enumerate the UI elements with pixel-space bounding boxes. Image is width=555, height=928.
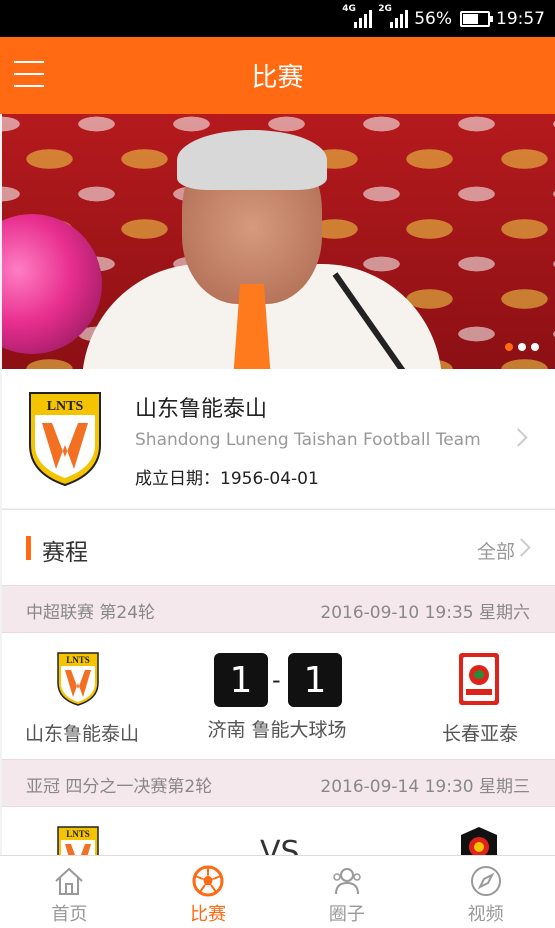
chevron-right-icon bbox=[509, 428, 528, 447]
network-type-label: 4G bbox=[342, 3, 356, 14]
banner-carousel[interactable] bbox=[2, 114, 555, 369]
view-all-link[interactable]: 全部 bbox=[477, 537, 515, 564]
match-row[interactable]: LNTS 山东鲁能泰山 1 - 1 济南 鲁能大球场 长春亚泰 bbox=[2, 633, 555, 759]
page-title: 比赛 bbox=[251, 63, 304, 93]
compass-icon bbox=[470, 866, 501, 896]
svg-text:LNTS: LNTS bbox=[47, 399, 84, 414]
coach-photo bbox=[82, 130, 442, 369]
competition-label: 中超联赛 第24轮 bbox=[26, 603, 156, 623]
home-score: 1 bbox=[214, 653, 268, 707]
match-venue: 济南 鲁能大球场 bbox=[207, 719, 347, 741]
app-header: 比赛 bbox=[0, 37, 555, 114]
carousel-dot[interactable] bbox=[531, 343, 539, 351]
signal-4g-icon: 4G bbox=[342, 4, 373, 28]
tab-video[interactable]: 视频 bbox=[416, 856, 555, 928]
tab-community[interactable]: 圈子 bbox=[278, 856, 417, 928]
away-team-name: 长春亚泰 bbox=[441, 723, 518, 745]
founded-date: 成立日期：1956-04-01 bbox=[135, 469, 319, 489]
tab-label: 比赛 bbox=[190, 904, 227, 925]
team-name: 山东鲁能泰山 bbox=[135, 397, 268, 422]
match-meta: 中超联赛 第24轮 2016-09-10 19:35 星期六 bbox=[2, 585, 555, 633]
signal-2g-icon: 2G bbox=[378, 4, 409, 28]
menu-icon[interactable] bbox=[14, 61, 44, 87]
team-card[interactable]: LNTS 山东鲁能泰山 Shandong Luneng Taishan Foot… bbox=[2, 369, 555, 508]
match-row[interactable]: LNTS VS bbox=[2, 807, 555, 855]
battery-icon bbox=[460, 10, 493, 27]
score-separator: - bbox=[272, 666, 281, 694]
match-meta: 亚冠 四分之一决赛第2轮 2016-09-14 19:30 星期三 bbox=[2, 759, 555, 807]
versus-label: VS bbox=[260, 835, 300, 855]
tab-home[interactable]: 首页 bbox=[0, 856, 139, 928]
chevron-right-icon bbox=[512, 538, 531, 557]
people-icon bbox=[333, 868, 361, 895]
home-team-logo: LNTS bbox=[57, 826, 99, 855]
home-icon bbox=[55, 867, 84, 895]
clock: 19:57 bbox=[496, 8, 545, 29]
tab-matches[interactable]: 比赛 bbox=[139, 856, 278, 928]
schedule-title: 赛程 bbox=[42, 540, 88, 566]
schedule-header: 赛程 全部 bbox=[2, 509, 555, 585]
match-datetime: 2016-09-14 19:30 星期三 bbox=[320, 777, 530, 797]
competition-label: 亚冠 四分之一决赛第2轮 bbox=[26, 777, 213, 797]
carousel-dot[interactable] bbox=[518, 343, 526, 351]
carousel-dots bbox=[505, 343, 539, 351]
away-team-logo bbox=[461, 827, 497, 855]
team-name-english: Shandong Luneng Taishan Football Team bbox=[135, 430, 481, 450]
tab-label: 圈子 bbox=[328, 904, 365, 925]
home-team-logo: LNTS bbox=[57, 652, 99, 706]
tab-label: 视频 bbox=[467, 904, 504, 925]
tab-label: 首页 bbox=[51, 904, 88, 925]
away-team-logo bbox=[459, 653, 499, 705]
status-bar: 4G 2G 56% 19:57 bbox=[0, 0, 555, 37]
carousel-dot[interactable] bbox=[505, 343, 513, 351]
bottom-tab-bar: 首页 比赛 圈子 视频 bbox=[0, 855, 555, 928]
network-type-label: 2G bbox=[378, 3, 392, 14]
section-accent-bar bbox=[26, 536, 31, 560]
team-logo: LNTS bbox=[29, 392, 101, 487]
svg-text:LNTS: LNTS bbox=[66, 655, 90, 665]
away-score: 1 bbox=[288, 653, 342, 707]
match-datetime: 2016-09-10 19:35 星期六 bbox=[320, 603, 530, 623]
home-team-name: 山东鲁能泰山 bbox=[24, 723, 139, 745]
svg-text:LNTS: LNTS bbox=[66, 829, 90, 839]
soccer-ball-icon bbox=[192, 865, 224, 897]
battery-percent: 56% bbox=[414, 8, 452, 29]
